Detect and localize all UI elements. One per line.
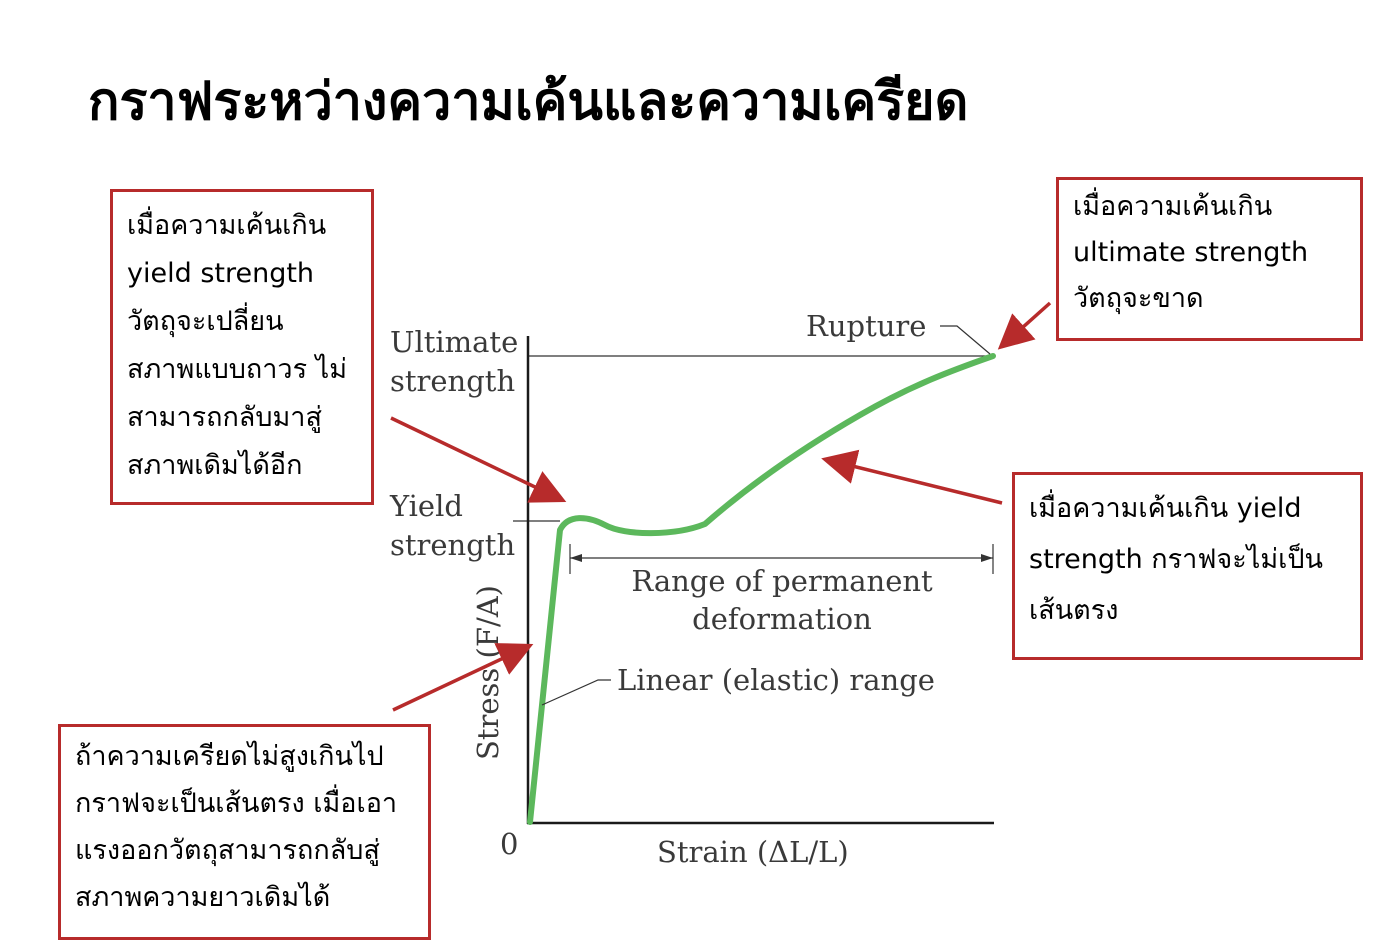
nonlinear-region-callout: เมื่อความเค้นเกิน yield strength กราฟจะไ… (1012, 472, 1363, 660)
linear-leader (541, 679, 611, 706)
callout-line: strength กราฟจะไม่เป็น (1029, 544, 1323, 575)
callout-line: วัตถุจะเปลี่ยน (127, 306, 284, 337)
range-arrow-right (981, 554, 993, 562)
yield-strength-label-1: Yield (389, 489, 463, 523)
origin-label: 0 (500, 827, 518, 861)
ultimate-strength-label-1: Ultimate (390, 325, 518, 359)
x-axis-label: Strain (ΔL/L) (657, 835, 849, 869)
callout-line: ถ้าความเครียดไม่สูงเกินไป (75, 741, 384, 772)
range-label-2: deformation (692, 602, 872, 636)
callout-line: เมื่อความเค้นเกิน (1073, 191, 1273, 222)
callout-line: เส้นตรง (1029, 595, 1119, 626)
rupture-leader (940, 325, 991, 355)
callout-line: สภาพแบบถาวร ไม่ (127, 354, 348, 385)
linear-range-label: Linear (elastic) range (617, 663, 935, 697)
rupture-label: Rupture (806, 309, 926, 343)
callout-line: สามารถกลับมาสู่ (127, 402, 322, 433)
ultimate-strength-callout: เมื่อความเค้นเกิน ultimate strength วัตถ… (1056, 177, 1363, 341)
callout-line: วัตถุจะขาด (1073, 283, 1204, 314)
ultimate-strength-label-2: strength (390, 364, 515, 398)
yield-strength-label-2: strength (390, 528, 515, 562)
linear-region-callout: ถ้าความเครียดไม่สูงเกินไป กราฟจะเป็นเส้น… (58, 724, 431, 940)
range-arrow-left (570, 554, 582, 562)
linear-callout-arrow (392, 643, 534, 712)
yield-callout-arrow (390, 416, 567, 503)
callout-line: สภาพความยาวเดิมได้ (75, 882, 331, 913)
range-label-1: Range of permanent (631, 564, 933, 598)
ultimate-callout-arrow (997, 301, 1052, 350)
callout-line: เมื่อความเค้นเกิน (127, 210, 327, 241)
callout-line: yield strength (127, 258, 315, 289)
yield-strength-callout: เมื่อความเค้นเกิน yield strength วัตถุจะ… (110, 189, 374, 505)
callout-line: เมื่อความเค้นเกิน yield (1029, 493, 1302, 524)
callout-line: กราฟจะเป็นเส้นตรง เมื่อเอา (75, 788, 398, 819)
nonlinear-callout-arrow (821, 449, 1003, 505)
callout-line: สภาพเดิมได้อีก (127, 450, 303, 481)
callout-line: ultimate strength (1073, 237, 1309, 268)
callout-line: แรงออกวัตถุสามารถกลับสู่ (75, 835, 380, 866)
